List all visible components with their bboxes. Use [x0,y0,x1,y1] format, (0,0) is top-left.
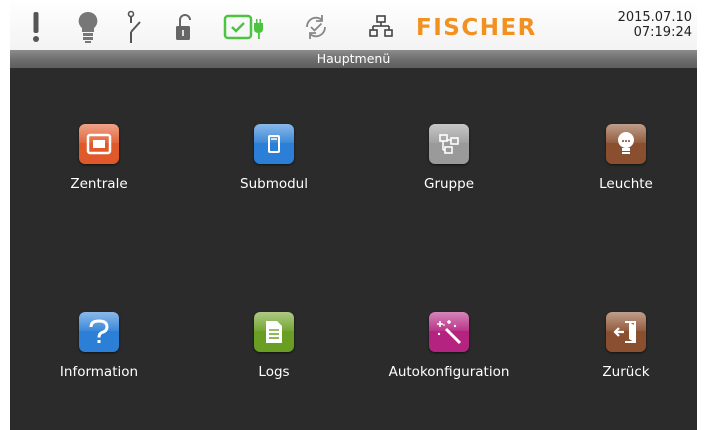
main-menu: Zentrale Submodul Gruppe Leuchte Informa… [10,68,697,430]
menu-label: Leuchte [599,176,653,192]
document-icon [254,312,294,352]
device-screen: FISCHER 2015.07.10 07:19:24 Hauptmenü Ze… [10,0,697,430]
switch-icon[interactable] [122,10,146,44]
time-label: 07:19:24 [633,25,692,40]
menu-label: Submodul [240,176,308,192]
submodule-icon [254,124,294,164]
menu-label: Autokonfiguration [388,364,510,380]
bulb-icon[interactable] [76,10,100,44]
menu-leuchte-button[interactable]: Leuchte [551,124,701,192]
menu-logs-button[interactable]: Logs [199,312,349,380]
menu-submodul-button[interactable]: Submodul [199,124,349,192]
date-time: 2015.07.10 07:19:24 [618,10,692,40]
menu-autokonfiguration-button[interactable]: Autokonfiguration [374,312,524,380]
lamp-icon [606,124,646,164]
alert-icon[interactable] [28,10,44,44]
menu-label: Logs [258,364,290,380]
question-icon [79,312,119,352]
unlock-icon[interactable] [172,10,196,44]
menu-gruppe-button[interactable]: Gruppe [374,124,524,192]
menu-label: Zurück [602,364,650,380]
exit-door-icon [606,312,646,352]
menu-zentrale-button[interactable]: Zentrale [24,124,174,192]
menu-label: Zentrale [70,176,128,192]
network-icon[interactable] [366,10,396,44]
menu-label: Gruppe [423,176,474,192]
group-icon [429,124,469,164]
menu-zurueck-button[interactable]: Zurück [551,312,701,380]
magic-wand-icon [429,312,469,352]
menu-information-button[interactable]: Information [24,312,174,380]
status-bar: FISCHER 2015.07.10 07:19:24 [10,0,697,50]
sync-check-icon[interactable] [300,10,332,44]
page-title: Hauptmenü [10,50,697,68]
menu-label: Information [59,364,139,380]
central-unit-icon [79,124,119,164]
battery-ok-icon[interactable] [223,10,265,44]
brand-logo: FISCHER [416,15,537,41]
date-label: 2015.07.10 [617,10,692,25]
